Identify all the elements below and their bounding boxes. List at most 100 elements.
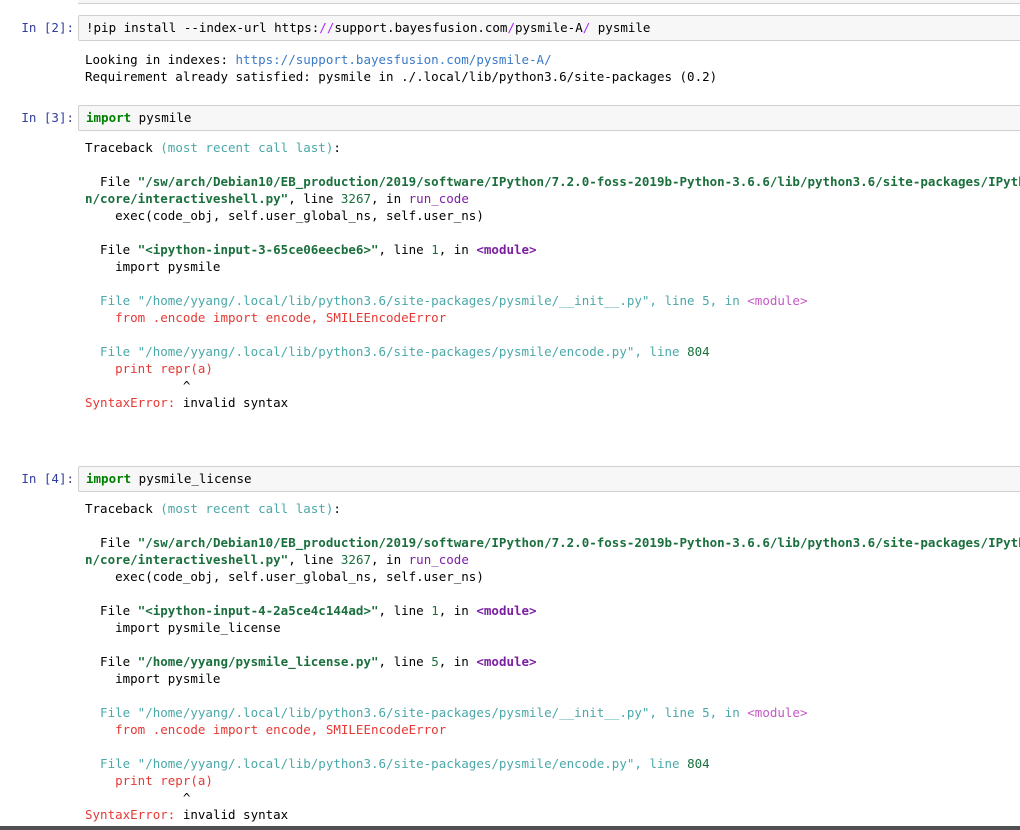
code-token: File "/home/yyang/.local/lib/python3.6/s…: [85, 705, 748, 720]
code-token: import: [86, 110, 132, 125]
code-token: pysmile: [590, 20, 651, 35]
output-line: exec(code_obj, self.user_global_ns, self…: [85, 207, 1020, 224]
output-line: n/core/interactiveshell.py", line 3267, …: [85, 190, 1020, 207]
code-token: File: [85, 603, 138, 618]
cell-output: Looking in indexes: https://support.baye…: [85, 51, 1020, 85]
code-token: <module>: [747, 293, 808, 308]
code-token: (most recent call last): [160, 140, 334, 155]
code-token: File: [85, 535, 138, 550]
code-token: support.bayesfusion.com: [334, 20, 508, 35]
code-token: 3267: [340, 552, 371, 567]
code-token: 804: [687, 344, 710, 359]
code-token: (most recent call last): [160, 501, 334, 516]
output-line: File "/home/yyang/.local/lib/python3.6/s…: [85, 704, 1020, 721]
code-token: , line: [288, 552, 341, 567]
code-token: run_code: [408, 552, 469, 567]
code-input[interactable]: import pysmile: [78, 105, 1020, 131]
code-token: File: [85, 242, 138, 257]
output-line: import pysmile: [85, 670, 1020, 687]
code-token: , line: [378, 603, 432, 618]
code-token: File "/home/yyang/.local/lib/python3.6/s…: [85, 756, 688, 771]
output-line: ^: [85, 377, 1020, 394]
output-line: File "/sw/arch/Debian10/EB_production/20…: [85, 173, 1020, 190]
output-line: print repr(a): [85, 360, 1020, 377]
output-line: File "/home/yyang/.local/lib/python3.6/s…: [85, 343, 1020, 360]
code-token: , line: [378, 242, 432, 257]
input-prompt: In [3]:: [21, 110, 74, 125]
output-line: import pysmile: [85, 258, 1020, 275]
code-token: Requirement already satisfied: pysmile i…: [85, 69, 718, 84]
code-token: 804: [687, 756, 710, 771]
code-token: /: [507, 20, 515, 35]
code-token: "<ipython-input-3-65ce06eecbe6>": [137, 242, 379, 257]
code-token: , line: [288, 191, 341, 206]
output-line: from .encode import encode, SMILEEncodeE…: [85, 309, 1020, 326]
output-line: File "/home/yyang/pysmile_license.py", l…: [85, 653, 1020, 670]
code-token: "/home/yyang/pysmile_license.py": [137, 654, 379, 669]
code-token: 5: [431, 654, 439, 669]
code-token: ^: [85, 378, 191, 393]
traceback-output: Traceback (most recent call last): File …: [85, 139, 1020, 411]
code-token: , in: [438, 603, 477, 618]
code-token: :: [333, 501, 341, 516]
code-token: :: [333, 140, 341, 155]
code-token: exec(code_obj, self.user_global_ns, self…: [85, 208, 484, 223]
code-token: File: [85, 654, 138, 669]
code-token: , line: [378, 654, 432, 669]
code-token: File: [85, 174, 138, 189]
code-token: n/core/interactiveshell.py": [85, 191, 289, 206]
code-token: n/core/interactiveshell.py": [85, 552, 289, 567]
output-line: Traceback (most recent call last):: [85, 139, 1020, 156]
code-token: from .encode import encode, SMILEEncodeE…: [85, 310, 447, 325]
output-line: Traceback (most recent call last):: [85, 500, 1020, 517]
code-token: , in: [371, 552, 409, 567]
code-token: import pysmile: [85, 259, 221, 274]
code-token: pysmile: [131, 110, 192, 125]
code-token: <module>: [476, 654, 537, 669]
code-input[interactable]: import pysmile_license: [78, 466, 1020, 492]
code-token: <module>: [476, 242, 537, 257]
previous-cell-edge: [78, 0, 1020, 4]
code-token: print repr(a): [85, 361, 213, 376]
code-token: SyntaxError:: [85, 807, 176, 822]
code-token: SyntaxError:: [85, 395, 176, 410]
code-token: //: [319, 20, 335, 35]
output-line: print repr(a): [85, 772, 1020, 789]
code-token: File "/home/yyang/.local/lib/python3.6/s…: [85, 344, 688, 359]
output-line: SyntaxError: invalid syntax: [85, 394, 1020, 411]
code-token: !pip install --index-url https:: [86, 20, 320, 35]
output-line: from .encode import encode, SMILEEncodeE…: [85, 721, 1020, 738]
code-token: ^: [85, 790, 191, 805]
code-token: invalid syntax: [175, 807, 289, 822]
code-token: , in: [438, 654, 477, 669]
code-token: 1: [431, 603, 439, 618]
output-line: ^: [85, 789, 1020, 806]
code-token: Traceback: [85, 140, 161, 155]
code-token: 3267: [340, 191, 371, 206]
code-token: pysmile-A: [514, 20, 583, 35]
code-token: exec(code_obj, self.user_global_ns, self…: [85, 569, 484, 584]
code-input[interactable]: !pip install --index-url https://support…: [78, 15, 1020, 41]
code-token: https://support.bayesfusion.com/pysmile-…: [235, 52, 552, 67]
output-line: SyntaxError: invalid syntax: [85, 806, 1020, 823]
code-token: Traceback: [85, 501, 161, 516]
output-line: Looking in indexes: https://support.baye…: [85, 51, 1020, 68]
code-token: pysmile_license: [131, 471, 252, 486]
code-token: , in: [371, 191, 409, 206]
output-line: exec(code_obj, self.user_global_ns, self…: [85, 568, 1020, 585]
code-token: run_code: [408, 191, 469, 206]
code-token: import pysmile: [85, 671, 221, 686]
code-token: <module>: [476, 603, 537, 618]
code-token: "/sw/arch/Debian10/EB_production/2019/so…: [137, 535, 1020, 550]
input-prompt: In [2]:: [21, 20, 74, 35]
code-token: , in: [438, 242, 477, 257]
code-token: import: [86, 471, 132, 486]
output-line: n/core/interactiveshell.py", line 3267, …: [85, 551, 1020, 568]
code-token: "/sw/arch/Debian10/EB_production/2019/so…: [137, 174, 1020, 189]
